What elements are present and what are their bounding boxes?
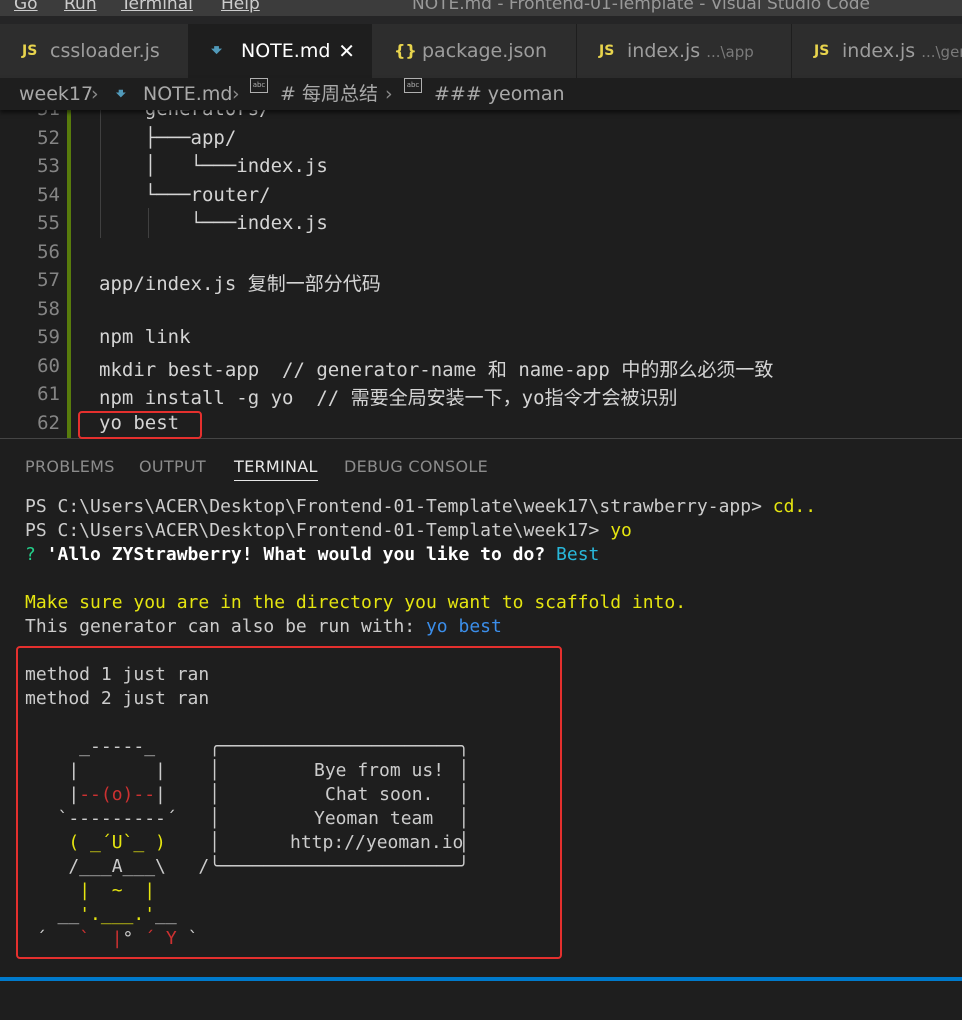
menu-bar: Go Run Terminal Help NOTE.md - Frontend-… xyxy=(0,0,962,16)
json-file-icon: {} xyxy=(394,41,417,60)
tab-cssloader-js[interactable]: JS cssloader.js xyxy=(0,24,189,78)
terminal-prompt: PS C:\Users\ACER\Desktop\Frontend-01-Tem… xyxy=(25,520,611,541)
tab-index-js-app[interactable]: JS index.js ...\app xyxy=(577,24,792,78)
tab-debug-console[interactable]: DEBUG CONSOLE xyxy=(344,457,488,476)
line-number: 60 xyxy=(37,355,60,377)
tab-note-md[interactable]: 🠻 NOTE.md ✕ xyxy=(189,24,372,78)
breadcrumb-file[interactable]: NOTE.md xyxy=(143,78,232,110)
tab-output[interactable]: OUTPUT xyxy=(139,457,206,476)
line-number: 61 xyxy=(37,383,60,405)
terminal-line: ? 'Allo ZYStrawberry! What would you lik… xyxy=(25,543,599,567)
menu-go[interactable]: Go xyxy=(14,0,38,16)
terminal-line: Make sure you are in the directory you w… xyxy=(25,592,687,613)
editor-tab-bar: JS cssloader.js 🠻 NOTE.md ✕ {} package.j… xyxy=(0,16,962,78)
tab-label: index.js xyxy=(842,40,916,62)
menu-run[interactable]: Run xyxy=(64,0,97,16)
javascript-file-icon: JS xyxy=(599,43,615,59)
question-mark: ? xyxy=(25,544,36,565)
chevron-right-icon: › xyxy=(232,83,240,105)
code-line: app/index.js 复制一部分代码 xyxy=(99,273,381,295)
breadcrumb: week17 › 🠻 NOTE.md › abc # 每周总结 › abc ##… xyxy=(0,78,962,110)
git-change-gutter xyxy=(67,108,71,438)
chevron-right-icon: › xyxy=(91,83,99,105)
code-editor[interactable]: 51 generators/ 52 ├───app/ 53 │ └───inde… xyxy=(0,108,962,438)
javascript-file-icon: JS xyxy=(22,43,38,59)
tab-description: ...\gen xyxy=(921,43,962,61)
terminal-command: cd.. xyxy=(772,496,817,517)
tab-label: cssloader.js xyxy=(50,40,160,62)
terminal-text: This generator can also be run with: xyxy=(25,616,426,637)
line-number: 58 xyxy=(37,298,60,320)
tab-description: ...\app xyxy=(706,43,754,61)
line-number: 56 xyxy=(37,241,60,263)
code-line: ├───app/ xyxy=(99,127,237,149)
terminal-command: yo xyxy=(610,520,632,541)
code-line: │ └───index.js xyxy=(99,155,328,177)
terminal-answer: Best xyxy=(556,544,600,565)
close-icon[interactable]: ✕ xyxy=(338,24,355,78)
code-line: mkdir best-app // generator-name 和 name-… xyxy=(99,359,774,381)
tab-index-js-gen[interactable]: JS index.js ...\gen xyxy=(792,24,962,78)
terminal-line: This generator can also be run with: yo … xyxy=(25,615,502,639)
line-number: 57 xyxy=(37,269,60,291)
status-bar xyxy=(0,977,962,981)
tab-label: package.json xyxy=(422,40,548,62)
markdown-file-icon: 🠻 xyxy=(115,83,127,105)
terminal-question: 'Allo ZYStrawberry! What would you like … xyxy=(35,544,557,565)
javascript-file-icon: JS xyxy=(814,43,830,59)
markdown-file-icon: 🠻 xyxy=(211,40,223,61)
terminal-prompt: PS C:\Users\ACER\Desktop\Frontend-01-Tem… xyxy=(25,496,773,517)
code-line: └───router/ xyxy=(99,184,271,206)
breadcrumb-heading-1[interactable]: # 每周总结 xyxy=(280,78,378,110)
breadcrumb-heading-2[interactable]: ### yeoman xyxy=(434,78,565,110)
code-line: npm link xyxy=(99,326,191,348)
line-number: 62 xyxy=(37,412,60,434)
highlight-box xyxy=(16,646,562,959)
menu-terminal[interactable]: Terminal xyxy=(121,0,193,16)
menu-help[interactable]: Help xyxy=(221,0,260,16)
tab-terminal[interactable]: TERMINAL xyxy=(234,457,318,481)
terminal-line: PS C:\Users\ACER\Desktop\Frontend-01-Tem… xyxy=(25,519,632,543)
chevron-right-icon: › xyxy=(385,83,393,105)
terminal-command: yo best xyxy=(425,616,502,637)
line-number: 53 xyxy=(37,155,60,177)
line-number: 52 xyxy=(37,127,60,149)
code-line: npm install -g yo // 需要全局安装一下，yo指令才会被识别 xyxy=(99,387,678,409)
window-title: NOTE.md - Frontend-01-Template - Visual … xyxy=(412,0,871,14)
tab-package-json[interactable]: {} package.json xyxy=(372,24,577,78)
line-number: 54 xyxy=(37,184,60,206)
line-number: 55 xyxy=(37,212,60,234)
line-number: 59 xyxy=(37,326,60,348)
breadcrumb-folder[interactable]: week17 xyxy=(19,78,93,110)
tab-label: index.js xyxy=(627,40,701,62)
terminal-line: PS C:\Users\ACER\Desktop\Frontend-01-Tem… xyxy=(25,495,816,519)
tab-label: NOTE.md xyxy=(241,40,331,62)
code-line: └───index.js xyxy=(99,212,328,234)
tab-problems[interactable]: PROBLEMS xyxy=(25,457,115,476)
highlight-box xyxy=(78,411,202,439)
